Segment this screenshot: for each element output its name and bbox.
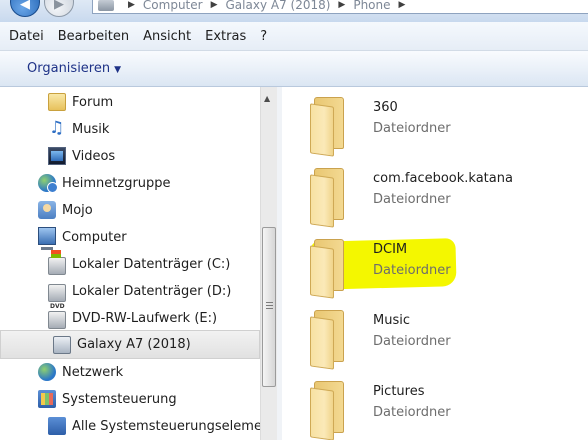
forward-button[interactable]: ▶ xyxy=(44,0,74,17)
scroll-up-arrow-icon[interactable]: ▲ xyxy=(264,94,270,103)
computer-icon xyxy=(98,0,114,11)
tree-item-videos[interactable]: Videos xyxy=(48,144,115,168)
chevron-down-icon: ▼ xyxy=(114,65,122,75)
grip-icon xyxy=(266,302,273,309)
folder-type: Dateiordner xyxy=(373,121,451,136)
folder-item-dcim[interactable]: DCIM Dateiordner xyxy=(310,239,580,299)
tree-item-galaxy-a7[interactable]: Galaxy A7 (2018) xyxy=(0,330,260,359)
tree-item-label: DVD-RW-Laufwerk (E:) xyxy=(72,310,218,326)
folder-item-pictures[interactable]: Pictures Dateiordner xyxy=(310,381,580,440)
tree-item-label: Alle Systemsteuerungselemente xyxy=(72,418,260,434)
folder-icon xyxy=(310,97,350,157)
breadcrumb-phone[interactable]: Phone xyxy=(353,0,390,12)
control-panel-icon xyxy=(38,390,56,408)
menu-ansicht[interactable]: Ansicht xyxy=(143,27,191,46)
navigation-pane: Forum Musik Videos Heimnetzgruppe Mojo C… xyxy=(0,87,260,440)
tree-item-netzwerk[interactable]: Netzwerk xyxy=(38,360,123,384)
folder-item-360[interactable]: 360 Dateiordner xyxy=(310,97,580,157)
tree-item-label: Videos xyxy=(72,148,116,164)
tree-item-label: Forum xyxy=(72,94,114,110)
breadcrumb-computer[interactable]: Computer xyxy=(143,0,203,12)
arrow-left-icon: ◀ xyxy=(20,0,30,12)
computer-icon xyxy=(38,226,56,250)
menu-bearbeiten[interactable]: Bearbeiten xyxy=(58,27,129,46)
breadcrumb-separator-icon[interactable]: ▶ xyxy=(211,0,218,10)
folder-item-com-facebook-katana[interactable]: com.facebook.katana Dateiordner xyxy=(310,168,580,228)
tree-item-mojo[interactable]: Mojo xyxy=(38,198,93,222)
tree-item-label: Galaxy A7 (2018) xyxy=(77,337,191,352)
folder-name: com.facebook.katana xyxy=(373,171,513,186)
hard-drive-icon xyxy=(48,284,66,302)
arrow-right-icon: ▶ xyxy=(54,0,64,12)
tree-item-musik[interactable]: Musik xyxy=(48,117,109,141)
tree-item-drive-c[interactable]: Lokaler Datenträger (C:) xyxy=(48,250,231,276)
tree-item-dvd-drive[interactable]: DVD-RW-Laufwerk (E:) xyxy=(48,303,218,330)
tree-item-label: Lokaler Datenträger (C:) xyxy=(72,256,231,272)
tree-item-drive-d[interactable]: Lokaler Datenträger (D:) xyxy=(48,279,231,303)
tree-item-heimnetzgruppe[interactable]: Heimnetzgruppe xyxy=(38,171,171,195)
breadcrumb-separator-icon[interactable]: ▶ xyxy=(338,0,345,10)
folder-name: Music xyxy=(373,313,410,328)
folder-name: 360 xyxy=(373,100,398,115)
folder-name: DCIM xyxy=(373,242,408,257)
control-panel-items-icon xyxy=(48,417,66,435)
music-library-icon xyxy=(48,118,66,138)
folder-type: Dateiordner xyxy=(373,192,451,207)
dvd-drive-icon xyxy=(48,303,66,329)
tree-item-label: Lokaler Datenträger (D:) xyxy=(72,283,232,299)
breadcrumb-device[interactable]: Galaxy A7 (2018) xyxy=(226,0,331,12)
content-pane: 360 Dateiordner com.facebook.katana Date… xyxy=(282,87,588,440)
tree-item-label: Netzwerk xyxy=(62,364,124,380)
address-bar-area: ◀ ▶ ▶ Computer ▶ Galaxy A7 (2018) ▶ Phon… xyxy=(0,0,588,22)
user-folder-icon xyxy=(38,201,56,219)
scrollbar-thumb[interactable] xyxy=(262,227,276,387)
breadcrumb-separator-icon[interactable]: ▶ xyxy=(399,0,406,10)
organize-button[interactable]: Organisieren ▼ xyxy=(27,61,121,76)
tree-item-computer[interactable]: Computer xyxy=(38,225,127,250)
tree-item-label: Musik xyxy=(72,121,110,137)
folder-item-music[interactable]: Music Dateiordner xyxy=(310,310,580,370)
back-button[interactable]: ◀ xyxy=(10,0,40,17)
menu-datei[interactable]: Datei xyxy=(9,27,44,46)
organize-label: Organisieren xyxy=(27,61,111,76)
homegroup-icon xyxy=(38,174,58,193)
tree-item-systemsteuerung[interactable]: Systemsteuerung xyxy=(38,387,177,411)
menu-help[interactable]: ? xyxy=(260,27,267,46)
system-drive-icon xyxy=(48,250,66,275)
tree-item-label: Heimnetzgruppe xyxy=(62,175,171,191)
folder-type: Dateiordner xyxy=(373,263,451,278)
tree-item-alle-systemsteuerungselemente[interactable]: Alle Systemsteuerungselemente xyxy=(48,414,260,438)
folder-icon xyxy=(310,310,350,370)
address-bar[interactable]: ▶ Computer ▶ Galaxy A7 (2018) ▶ Phone ▶ xyxy=(92,0,588,14)
folder-name: Pictures xyxy=(373,384,425,399)
phone-icon xyxy=(53,335,71,354)
network-icon xyxy=(38,363,56,381)
nav-pane-scrollbar[interactable]: ▲ xyxy=(260,87,277,440)
folder-icon xyxy=(48,93,66,111)
folder-type: Dateiordner xyxy=(373,405,451,420)
tree-item-forum[interactable]: Forum xyxy=(48,90,113,114)
folder-icon xyxy=(310,168,350,228)
tree-item-label: Systemsteuerung xyxy=(62,391,177,407)
menu-extras[interactable]: Extras xyxy=(205,27,246,46)
folder-type: Dateiordner xyxy=(373,334,451,349)
video-library-icon xyxy=(48,147,66,165)
command-bar: Organisieren ▼ xyxy=(0,51,588,87)
tree-item-label: Computer xyxy=(62,229,127,245)
menu-bar: Datei Bearbeiten Ansicht Extras ? xyxy=(0,22,588,51)
breadcrumb-separator-icon[interactable]: ▶ xyxy=(128,0,135,10)
folder-icon xyxy=(310,381,350,440)
folder-icon xyxy=(310,239,350,299)
tree-item-label: Mojo xyxy=(62,202,93,218)
